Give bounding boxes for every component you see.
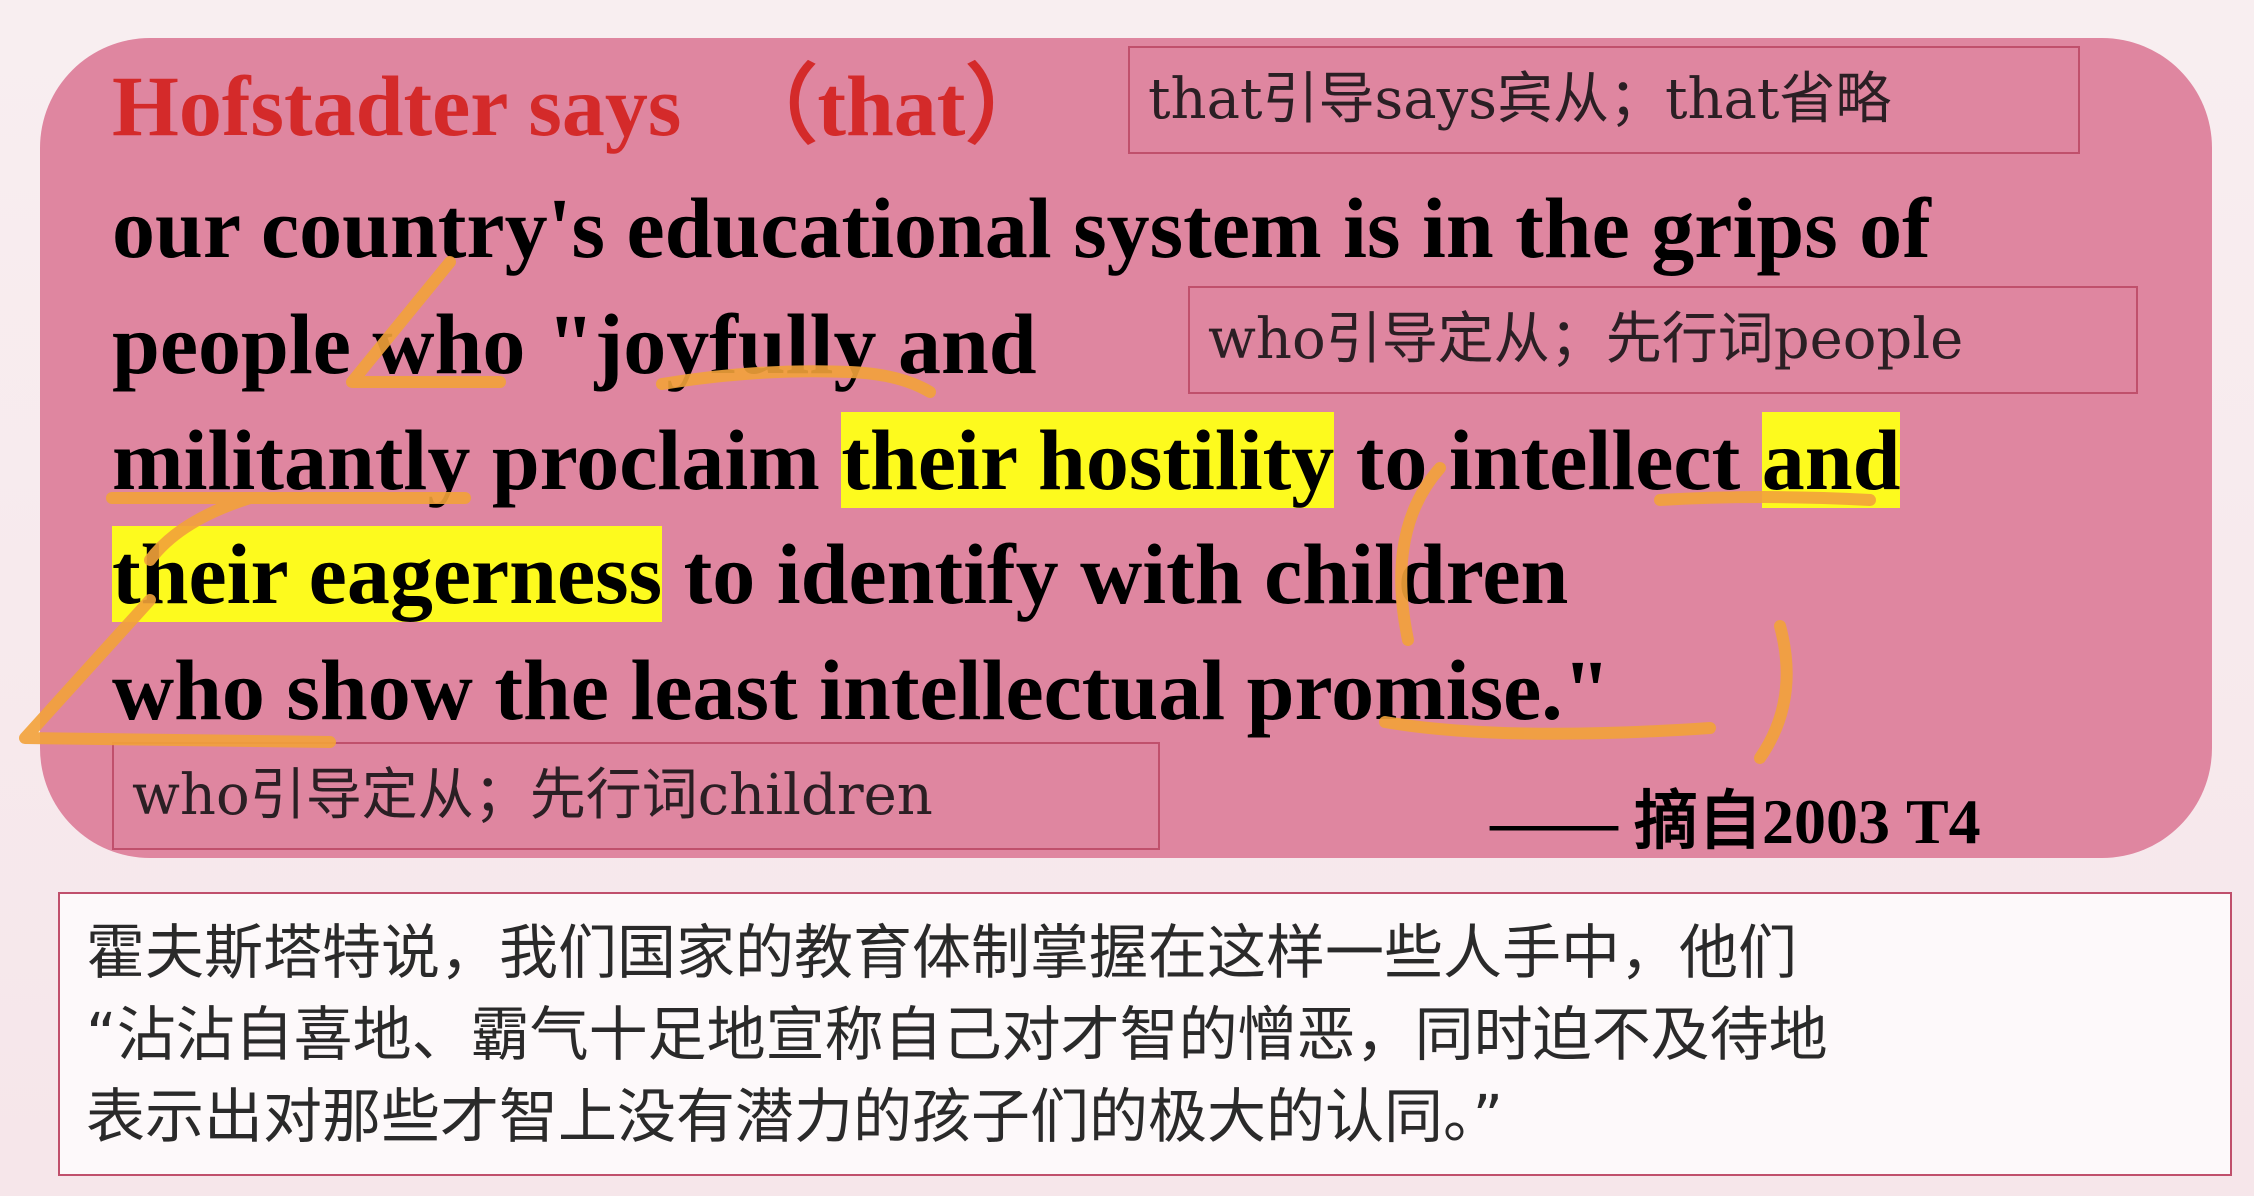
pen-angle-mark-1: [346, 256, 506, 388]
slide: Hofstadter says （that） that引导says宾从；that省…: [0, 0, 2254, 1196]
pen-angle-mark-2: [144, 492, 256, 566]
pen-bracket-close: [1754, 620, 1793, 764]
pen-annotations: [19, 256, 1876, 764]
pen-angle-mark-3: [19, 594, 336, 748]
pen-bracket-open: [1395, 462, 1446, 646]
pen-underline-promise: [1379, 716, 1716, 740]
pen-underline-joyfully: [656, 365, 936, 398]
pen-underline-intellect: [1654, 491, 1876, 506]
